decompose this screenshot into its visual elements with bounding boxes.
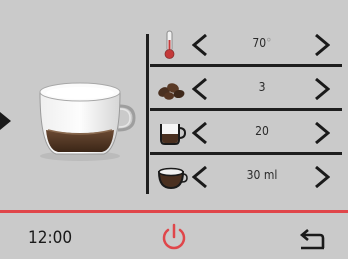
selection-arrow-icon [0,112,11,130]
temperature-row: 70° [152,24,344,68]
row-divider [150,152,342,155]
row-divider [150,64,342,67]
coffee-amount-increase-button[interactable] [314,122,330,144]
latte-cup-icon [39,82,136,161]
coffee-machine-screen: 70° 3 20 30 ml 12:00 [0,0,348,259]
coffee-amount-value: 20 [255,124,269,138]
vertical-divider [146,34,149,194]
strength-increase-button[interactable] [314,78,330,100]
temperature-decrease-button[interactable] [192,34,208,56]
milk-amount-row: 30 ml [152,156,344,200]
milk-amount-decrease-button[interactable] [192,166,208,188]
status-bar: 12:00 [0,210,348,259]
temperature-value: 70° [252,36,272,50]
bowl-icon [157,167,188,190]
strength-value: 3 [258,80,266,94]
coffee-beans-icon [158,83,185,100]
temperature-increase-button[interactable] [314,34,330,56]
back-button[interactable] [297,228,329,252]
milk-amount-increase-button[interactable] [314,166,330,188]
strength-row: 3 [152,68,344,112]
coffee-amount-row: 20 [152,112,344,156]
clock: 12:00 [28,228,73,248]
thermometer-icon [164,30,175,59]
milk-amount-value: 30 ml [246,168,278,182]
small-cup-icon [160,124,187,145]
row-divider [150,108,342,111]
power-button[interactable] [160,222,188,252]
coffee-amount-decrease-button[interactable] [192,122,208,144]
accent-line [0,210,348,213]
strength-decrease-button[interactable] [192,78,208,100]
